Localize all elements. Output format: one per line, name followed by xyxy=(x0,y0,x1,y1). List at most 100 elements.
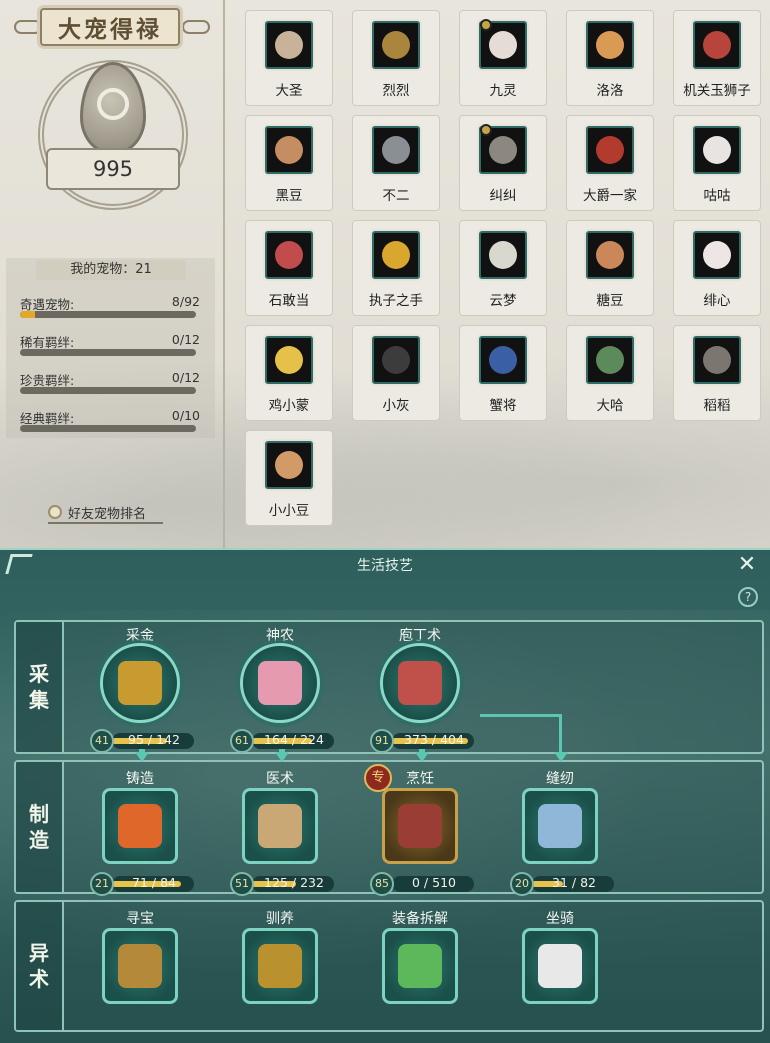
pet-portrait xyxy=(265,231,313,279)
pet-card[interactable]: 小小豆 xyxy=(245,430,333,526)
skill-bell-collar[interactable]: 驯养 xyxy=(230,908,330,1038)
pet-portrait xyxy=(372,231,420,279)
pet-score: 995 xyxy=(92,157,134,181)
pet-card[interactable]: 蟹将 xyxy=(459,325,547,421)
pet-card[interactable]: 洛洛 xyxy=(566,10,654,106)
pet-name: 小小豆 xyxy=(268,503,310,519)
friend-pet-ranking-link[interactable]: 好友宠物排名 xyxy=(48,502,163,524)
skill-medicine-pack[interactable]: 医术 125 / 232 51 xyxy=(230,768,334,898)
goose-icon xyxy=(382,346,410,374)
pet-card[interactable]: 糖豆 xyxy=(566,220,654,316)
pet-name: 咕咕 xyxy=(703,188,731,204)
fox-icon xyxy=(489,31,517,59)
pet-card[interactable]: 鸡小蒙 xyxy=(245,325,333,421)
help-button[interactable]: ? xyxy=(738,587,758,607)
pet-summary-column: 大宠得禄 995 我的宠物：21 奇遇宠物: 8/92 稀有羁绊: 0/12 珍… xyxy=(0,0,225,550)
pet-card[interactable]: 纠纠 xyxy=(459,115,547,211)
pet-name: 大圣 xyxy=(275,83,303,99)
deer-icon xyxy=(489,241,517,269)
needle-icon xyxy=(538,804,582,848)
wok-icon xyxy=(398,804,442,848)
corgi-icon xyxy=(596,31,624,59)
pet-portrait xyxy=(693,231,741,279)
skill-name: 采金 xyxy=(126,628,154,644)
skill-anvil[interactable]: 铸造 71 / 84 21 xyxy=(90,768,194,898)
skill-name: 庖丁术 xyxy=(399,628,441,644)
skill-level: 85 xyxy=(370,872,394,896)
pet-card[interactable]: 黑豆 xyxy=(245,115,333,211)
anvil-icon xyxy=(118,804,162,848)
skill-name: 寻宝 xyxy=(126,911,154,927)
pet-card[interactable]: 机关玉狮子 xyxy=(673,10,761,106)
skill-progress-text: 164 / 224 xyxy=(264,732,324,747)
herb-shovel-icon xyxy=(258,661,302,705)
stat-encounter: 奇遇宠物: 8/92 xyxy=(20,294,200,322)
pet-portrait xyxy=(586,126,634,174)
pet-card[interactable]: 大圣 xyxy=(245,10,333,106)
pet-card[interactable]: 咕咕 xyxy=(673,115,761,211)
skill-name: 缝纫 xyxy=(546,771,574,787)
stat-bar xyxy=(20,387,196,394)
pet-card[interactable]: 烈烈 xyxy=(352,10,440,106)
pet-name: 大哈 xyxy=(596,398,624,414)
horse-icon xyxy=(538,944,582,988)
pet-card[interactable]: 不二 xyxy=(352,115,440,211)
pet-portrait xyxy=(372,126,420,174)
skill-wok[interactable]: 烹饪专 0 / 510 85 xyxy=(364,764,474,898)
pet-name: 大爵一家 xyxy=(583,188,637,204)
panel-title: 大宠得禄 xyxy=(58,16,162,43)
skill-level: 91 xyxy=(370,729,394,753)
pet-portrait xyxy=(586,336,634,384)
pet-card[interactable]: 石敢当 xyxy=(245,220,333,316)
skill-horse[interactable]: 坐骑 xyxy=(510,908,610,1038)
pet-card[interactable]: 云梦 xyxy=(459,220,547,316)
row-label-char: 造 xyxy=(29,828,49,852)
hamster-icon xyxy=(275,136,303,164)
stat-value: 0/10 xyxy=(171,408,200,423)
medicine-pack-icon xyxy=(258,804,302,848)
row-label-char: 异 xyxy=(29,941,49,965)
skill-progress-text: 125 / 232 xyxy=(264,875,324,890)
row-label-char: 术 xyxy=(29,967,49,991)
stat-bar-fill xyxy=(20,311,36,318)
pet-name: 机关玉狮子 xyxy=(683,83,751,99)
pet-name: 绯心 xyxy=(703,293,731,309)
skill-meat-cleaver[interactable]: 庖丁术 373 / 404 91 xyxy=(370,625,474,755)
skill-name: 坐骑 xyxy=(546,911,574,927)
pet-score-badge: 995 xyxy=(38,52,188,212)
row-label-gathering: 采 集 xyxy=(16,622,64,752)
close-button[interactable]: ✕ xyxy=(736,554,758,577)
skill-name: 铸造 xyxy=(126,771,154,787)
rabbit-icon xyxy=(703,241,731,269)
hamster-icon xyxy=(596,241,624,269)
key-badge-icon xyxy=(480,124,492,136)
chick-icon xyxy=(275,346,303,374)
skill-treasure-table[interactable]: 寻宝 xyxy=(90,908,190,1038)
pet-name: 烈烈 xyxy=(382,83,410,99)
skill-disassemble[interactable]: 装备拆解 xyxy=(370,908,470,1038)
skill-herb-shovel[interactable]: 神农 164 / 224 61 xyxy=(230,625,334,755)
title-plate: 大宠得禄 xyxy=(40,8,180,46)
pet-card[interactable]: 大爵一家 xyxy=(566,115,654,211)
skill-progress-text: 31 / 82 xyxy=(552,875,596,890)
pet-card[interactable]: 绯心 xyxy=(673,220,761,316)
pigeon-icon xyxy=(703,136,731,164)
pet-card[interactable]: 执子之手 xyxy=(352,220,440,316)
title-wing-right xyxy=(182,20,210,34)
skill-pickaxe[interactable]: 采金 95 / 142 41 xyxy=(90,625,194,755)
pet-card[interactable]: 大哈 xyxy=(566,325,654,421)
pet-name: 执子之手 xyxy=(369,293,423,309)
life-skills-panel: 生活技艺 ✕ ? 采 集 制 造 异 术 采金 95 / 142 41 神农 164 /… xyxy=(0,548,770,1043)
pet-portrait xyxy=(372,336,420,384)
skill-needle[interactable]: 缝纫 31 / 82 20 xyxy=(510,768,614,898)
title-wing-left xyxy=(14,20,42,34)
row-label-char: 采 xyxy=(29,662,49,686)
treasure-table-icon xyxy=(118,944,162,988)
stat-value: 0/12 xyxy=(171,370,200,385)
pet-stats: 我的宠物：21 奇遇宠物: 8/92 稀有羁绊: 0/12 珍贵羁绊: 0/12… xyxy=(6,258,215,438)
pet-card[interactable]: 小灰 xyxy=(352,325,440,421)
pet-card[interactable]: 稻稻 xyxy=(673,325,761,421)
pet-name: 洛洛 xyxy=(596,83,624,99)
stat-precious-bond: 珍贵羁绊: 0/12 xyxy=(20,370,200,398)
pet-card[interactable]: 九灵 xyxy=(459,10,547,106)
